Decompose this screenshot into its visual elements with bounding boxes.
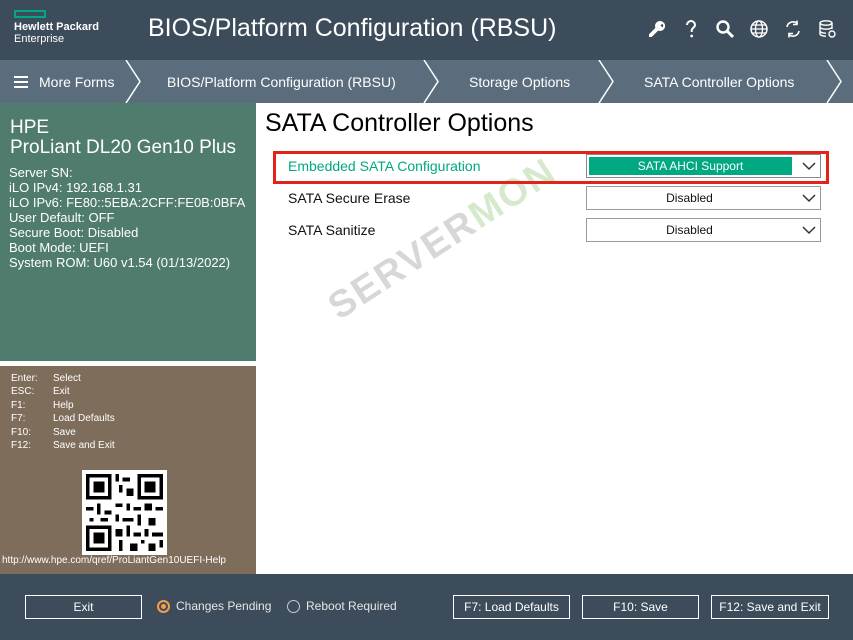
system-rom: System ROM: U60 v1.54 (01/13/2022) [9,255,231,270]
watermark-part1: SERVER [321,201,485,329]
breadcrumb-label: Storage Options [469,73,571,90]
changes-pending-radio[interactable]: Changes Pending [157,599,271,613]
key-row: F12: Save and Exit [11,439,115,452]
rbsu-app: Hewlett Packard Enterprise BIOS/Platform… [0,0,853,640]
server-sn: Server SN: [9,165,73,180]
system-info-panel: HPE ProLiant DL20 Gen10 Plus Server SN: … [0,103,256,361]
breadcrumb-label: SATA Controller Options [644,73,795,90]
logo-line1: Hewlett Packard [14,21,99,33]
header-bar: Hewlett Packard Enterprise BIOS/Platform… [0,0,853,60]
help-panel: Enter: Select ESC: Exit F1: Help F7: Load De… [0,366,256,574]
ilo-ipv4: iLO IPv4: 192.168.1.31 [9,180,142,195]
sata-secure-erase-label[interactable]: SATA Secure Erase [288,190,410,206]
chevron-down-icon [802,226,816,235]
select-value: Disabled [666,223,713,237]
key-name: F1: [11,399,26,411]
header-toolbar [647,18,837,40]
footer-bar: Exit Changes Pending Reboot Required F7:… [0,574,853,640]
key-action: Load Defaults [53,413,115,425]
system-info-list: Server SN: iLO IPv4: 192.168.1.31 iLO IP… [9,165,245,270]
chevron-down-icon [802,194,816,203]
key-row: ESC: Exit [11,385,115,398]
breadcrumb-label: More Forms [39,73,115,90]
breadcrumb-separator-icon [423,60,439,103]
key-action: Exit [53,386,70,398]
breadcrumb-separator-icon [125,60,141,103]
embedded-sata-configuration-label[interactable]: Embedded SATA Configuration [288,158,481,174]
breadcrumb-storage-options[interactable]: Storage Options [469,60,570,103]
breadcrumb-label: BIOS/Platform Configuration (RBSU) [167,73,396,90]
embedded-sata-configuration-select[interactable]: SATA AHCI Support [586,154,821,178]
globe-icon[interactable] [749,18,769,40]
save-button[interactable]: F10: Save [582,595,699,619]
key-action: Save and Exit [53,440,115,452]
reboot-required-label: Reboot Required [306,599,397,613]
key-action: Help [53,399,74,411]
qr-code-icon [82,470,167,555]
user-default: User Default: OFF [9,210,115,225]
key-action: Save [53,426,76,438]
load-defaults-button[interactable]: F7: Load Defaults [453,595,570,619]
breadcrumb-rbsu[interactable]: BIOS/Platform Configuration (RBSU) [167,60,396,103]
hamburger-icon [14,75,28,88]
ilo-ipv6: iLO IPv6: FE80::5EBA:2CFF:FE0B:0BFA [9,195,246,210]
sata-secure-erase-select[interactable]: Disabled [586,186,821,210]
select-value: SATA AHCI Support [589,157,792,175]
key-name: ESC: [11,386,35,398]
secure-boot: Secure Boot: Disabled [9,225,139,240]
changes-pending-label: Changes Pending [176,599,272,613]
key-name: Enter: [11,373,38,384]
key-legend: Enter: Select ESC: Exit F1: Help F7: Load De… [11,372,115,452]
breadcrumb-more-forms[interactable]: More Forms [0,60,114,103]
boot-mode: Boot Mode: UEFI [9,240,109,255]
vendor-name: HPE [10,117,50,138]
refresh-icon[interactable] [783,18,803,40]
key-row: F7: Load Defaults [11,412,115,425]
sata-sanitize-select[interactable]: Disabled [586,218,821,242]
radio-checked-icon [157,599,170,613]
breadcrumb: More Forms BIOS/Platform Configuration (… [0,60,853,103]
exit-button[interactable]: Exit [25,595,142,619]
key-name: F10: [11,426,32,438]
search-icon[interactable] [715,18,735,40]
help-url: http://www.hpe.com/qref/ProLiantGen10UEF… [2,555,226,566]
breadcrumb-sata-controller-options[interactable]: SATA Controller Options [644,60,794,103]
key-row: F1: Help [11,399,115,412]
help-icon[interactable] [681,18,701,40]
key-row: F10: Save [11,426,115,439]
chevron-down-icon [802,162,816,171]
key-row: Enter: Select [11,372,115,385]
hpe-logo: Hewlett Packard Enterprise [14,10,99,45]
breadcrumb-separator-icon [826,60,842,103]
server-model: ProLiant DL20 Gen10 Plus [10,137,237,158]
main-content: SATA Controller Options SERVERMON Embedd… [256,103,853,574]
app-title: BIOS/Platform Configuration (RBSU) [148,14,557,42]
sata-sanitize-label[interactable]: SATA Sanitize [288,222,375,238]
key-name: F12: [11,440,32,452]
key-name: F7: [11,413,26,425]
radio-unchecked-icon [287,599,300,613]
wrench-icon[interactable] [647,18,667,40]
key-action: Select [53,373,81,384]
breadcrumb-separator-icon [598,60,614,103]
page-title: SATA Controller Options [265,109,534,137]
reboot-required-radio[interactable]: Reboot Required [287,599,397,613]
hpe-logo-mark [14,10,46,18]
select-value: Disabled [666,191,713,205]
save-and-exit-button[interactable]: F12: Save and Exit [711,595,829,619]
database-icon[interactable] [817,18,837,40]
logo-line2: Enterprise [14,33,65,45]
